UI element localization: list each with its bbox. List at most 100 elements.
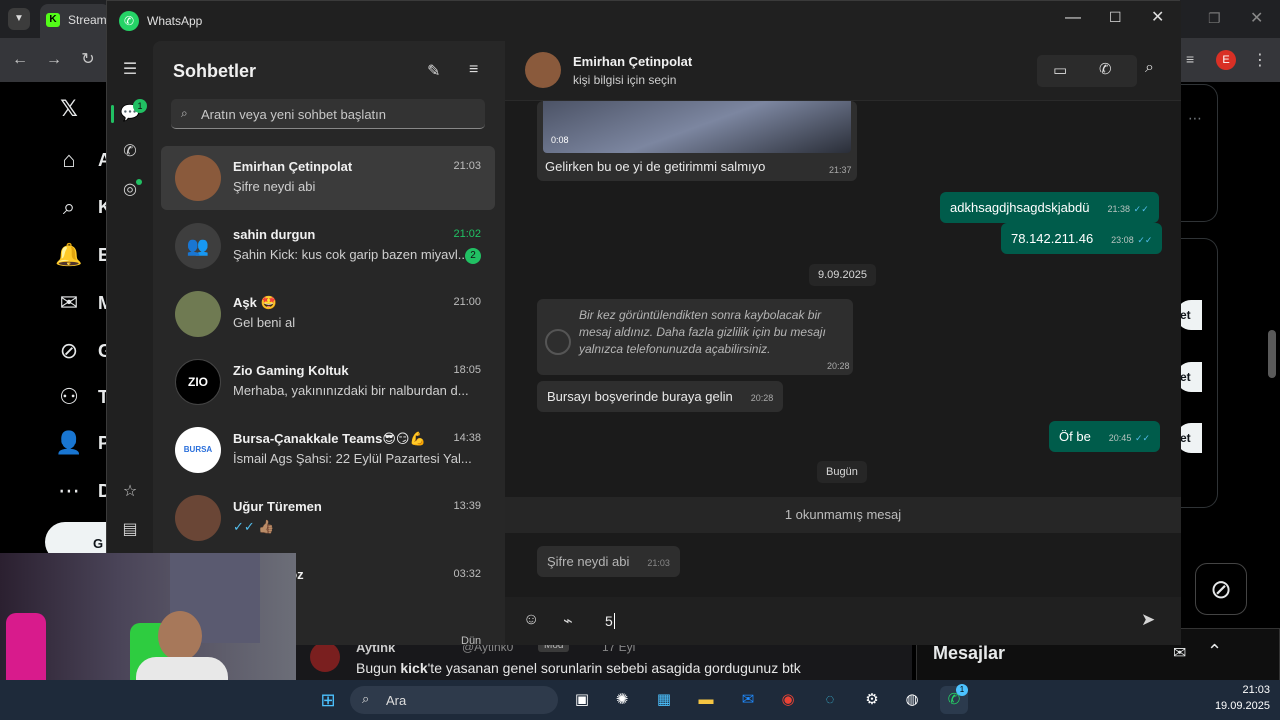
chats-badge: 1 (133, 99, 147, 113)
search-in-chat-icon[interactable]: ⌕ (1145, 59, 1154, 77)
chat-preview: Gel beni al (233, 315, 296, 330)
view-once-message[interactable]: Bir kez görüntülendikten sonra kaybolaca… (537, 299, 853, 375)
back-arrow-icon[interactable]: ← (10, 50, 30, 70)
new-message-icon[interactable]: ✉ (1173, 643, 1186, 663)
filter-icon[interactable]: ≡ (469, 61, 478, 79)
view-once-text: Bir kez görüntülendikten sonra kaybolaca… (579, 308, 826, 356)
chat-item-sahin[interactable]: 👥 sahin durgun Şahin Kick: kus cok garip… (161, 214, 495, 278)
message-text: Şifre neydi abi (547, 554, 630, 569)
mail-icon[interactable]: ✉ (54, 288, 84, 318)
chat-name: sahin durgun (233, 227, 316, 242)
chat-item-emirhan[interactable]: Emirhan Çetinpolat Şifre neydi abi 21:03 (161, 146, 495, 210)
send-icon[interactable]: ➤ (1141, 610, 1155, 630)
taskbar-search-label: Ara (386, 693, 407, 708)
message-time: 21:03 (647, 558, 670, 568)
tab-stream[interactable]: K Stream (40, 4, 110, 38)
browser-restore-icon[interactable]: ❐ (1208, 10, 1221, 27)
calls-icon[interactable]: ✆ (119, 141, 141, 163)
chat-name: Aşk 🤩 (233, 295, 277, 310)
chat-name: Zio Gaming Koltuk (233, 363, 349, 378)
chat-item-bursa[interactable]: BURSA Bursa-Çanakkale Teams😎😏💪 İsmail Ag… (161, 418, 495, 482)
reload-icon[interactable]: ↻ (78, 50, 98, 70)
browser-close-icon[interactable]: ✕ (1250, 8, 1263, 28)
close-icon[interactable]: ✕ (1151, 7, 1164, 27)
chat-item-zio[interactable]: ZIO Zio Gaming Koltuk Merhaba, yakınınız… (161, 350, 495, 414)
settings-gear-icon[interactable]: ⚙ (858, 686, 886, 714)
windows-start-icon[interactable]: ⊞ (314, 686, 342, 714)
chat-item-ugur[interactable]: Uğur Türemen ✓✓ 👍🏽 13:39 (161, 486, 495, 550)
bursa-logo: BURSA (175, 427, 221, 473)
taskbar-search[interactable]: ⌕ Ara (350, 686, 558, 714)
outlook-icon[interactable]: ✉ (734, 686, 762, 714)
home-icon[interactable]: ⌂ (54, 145, 84, 175)
archive-icon[interactable]: ▤ (119, 519, 141, 541)
minimize-icon[interactable]: — (1065, 9, 1081, 27)
chat-time: 18:05 (453, 364, 481, 376)
grok-icon[interactable]: ⊘ (54, 336, 84, 366)
expand-up-icon[interactable]: ⌃ (1207, 641, 1222, 662)
clock-time[interactable]: 21:03 (1204, 684, 1270, 696)
chat-preview: İsmail Ags Şahsi: 22 Eylül Pazartesi Yal… (233, 451, 472, 466)
steam-icon[interactable]: ◍ (898, 686, 926, 714)
video-call-icon[interactable]: ▭ (1053, 61, 1067, 79)
message-out[interactable]: adkhsagdjhsagdskjabdü 21:38 ✓✓ (940, 192, 1159, 223)
chat-message: Bugun kick'te yasanan genel sorunlarin s… (356, 660, 801, 676)
chat-time: 03:32 (453, 568, 481, 580)
forward-arrow-icon[interactable]: → (44, 50, 64, 70)
message-in[interactable]: Bursayı boşverinde buraya gelin 20:28 (537, 381, 784, 412)
file-explorer-icon[interactable]: ▬ (692, 686, 720, 714)
taskbar-badge: 1 (956, 684, 968, 696)
chat-preview: Merhaba, yakınınızdaki bir nalburdan d..… (233, 383, 469, 398)
message-in[interactable]: Şifre neydi abi 21:03 (537, 546, 680, 577)
voice-call-icon[interactable]: ✆ (1099, 60, 1112, 78)
browser-menu-icon[interactable]: ⋮ (1252, 50, 1268, 70)
avatar (175, 495, 221, 541)
zio-logo: ZIO (175, 359, 221, 405)
attach-icon[interactable]: ⌁ (563, 611, 573, 631)
chatgpt-icon[interactable]: ✺ (608, 686, 636, 714)
bell-icon[interactable]: 🔔 (54, 240, 84, 270)
search-input[interactable]: ⌕ Aratın veya yeni sohbet başlatın (171, 99, 485, 129)
tab-search-button[interactable]: ▼ (8, 8, 30, 30)
search-icon[interactable]: ⌕ (54, 192, 84, 222)
unread-badge: 2 (465, 248, 481, 264)
edge-icon[interactable]: ◌ (816, 686, 844, 714)
browser-scrollbar[interactable] (1268, 330, 1276, 378)
menu-icon[interactable]: ☰ (119, 59, 141, 81)
chat-item-ask[interactable]: Aşk 🤩 Gel beni al 21:00 (161, 282, 495, 346)
message-input[interactable]: 5 (605, 613, 615, 629)
chat-time: 21:03 (453, 160, 481, 172)
x-card-more-icon[interactable]: ⋯ (1188, 110, 1202, 127)
video-thumbnail[interactable]: 0:08 (543, 101, 851, 153)
store-icon[interactable]: ▦ (650, 686, 678, 714)
new-chat-icon[interactable]: ✎ (427, 61, 440, 81)
profile-icon[interactable]: 👤 (54, 428, 84, 458)
x-logo-icon[interactable]: 𝕏 (54, 94, 84, 124)
chat-user-avatar (310, 642, 340, 672)
reading-list-icon[interactable]: ≡ (1186, 51, 1194, 67)
message-text: 78.142.211.46 (1011, 231, 1094, 246)
grok-float-icon[interactable]: ⊘ (1195, 563, 1247, 615)
read-tick-icon: ✓✓ (1134, 433, 1151, 443)
gaming-chair (6, 613, 46, 688)
clock-date[interactable]: 19.09.2025 (1200, 700, 1270, 712)
profile-avatar[interactable]: E (1216, 50, 1236, 70)
message-out[interactable]: 78.142.211.46 23:08 ✓✓ (1001, 223, 1163, 254)
message-out[interactable]: Öf be 20:45 ✓✓ (1049, 421, 1161, 452)
chat-time: 21:00 (453, 296, 481, 308)
maximize-icon[interactable]: ☐ (1109, 9, 1122, 26)
more-icon[interactable]: ⋯ (54, 476, 84, 506)
chrome-icon[interactable]: ◉ (774, 686, 802, 714)
emoji-icon[interactable]: ☺ (523, 611, 539, 629)
windows-taskbar: ⌕ Ara 21:03 19.09.2025 (0, 680, 1280, 720)
conversation-header[interactable]: Emirhan Çetinpolat kişi bilgisi için seç… (505, 41, 1181, 101)
starred-icon[interactable]: ☆ (119, 481, 141, 503)
communities-icon[interactable]: ⚇ (54, 382, 84, 412)
chat-name: Emirhan Çetinpolat (233, 159, 353, 174)
app-title: WhatsApp (147, 14, 203, 28)
search-icon: ⌕ (362, 691, 370, 706)
task-view-icon[interactable]: ▣ (568, 686, 596, 714)
contact-avatar[interactable] (525, 52, 561, 88)
video-message[interactable]: 0:08 Gelirken bu oe yi de getirimmi salm… (537, 101, 857, 181)
group-avatar-icon: 👥 (175, 223, 221, 269)
